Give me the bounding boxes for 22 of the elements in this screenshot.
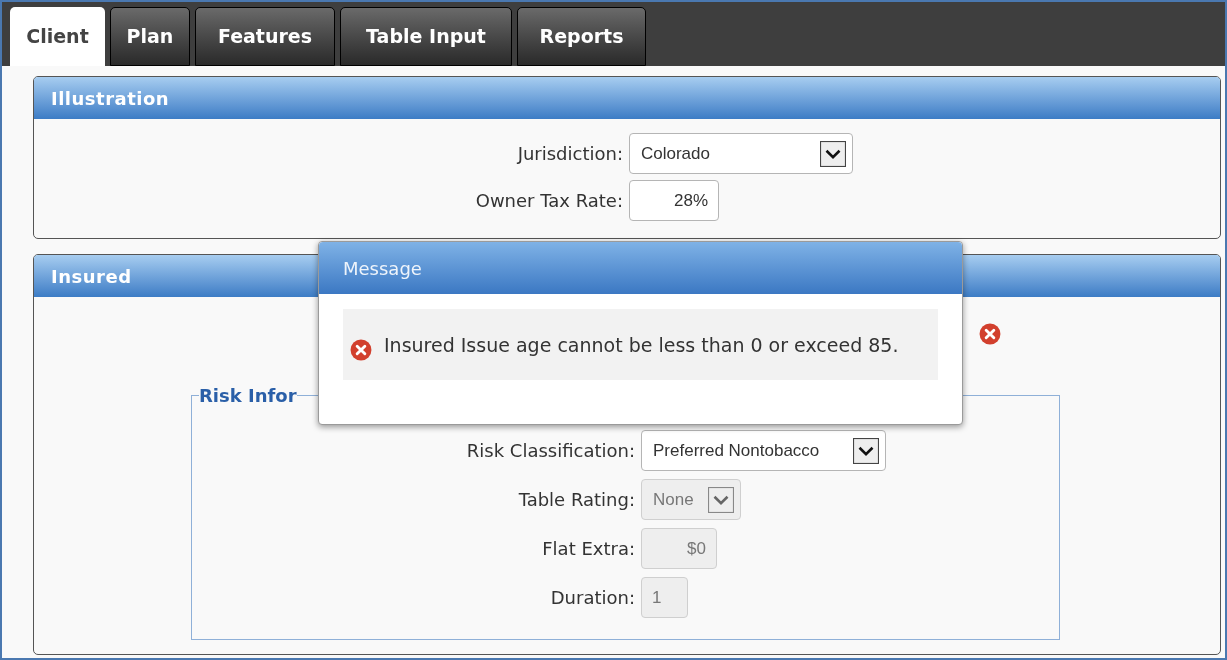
tab[interactable]: Client — [10, 7, 105, 66]
caret-icon — [853, 437, 879, 464]
field-label: Table Rating: — [517, 488, 635, 512]
field-label: Owner Tax Rate: — [474, 189, 623, 213]
field-label: Flat Extra: — [541, 537, 635, 561]
field-label: Jurisdiction: — [515, 142, 623, 166]
caret-icon — [820, 140, 846, 167]
tab[interactable]: Table Input — [340, 7, 512, 66]
group-legend: Risk Infor — [199, 382, 297, 409]
error-icon — [350, 338, 372, 361]
panel-header: Illustration — [34, 77, 1220, 119]
caret-icon — [708, 486, 734, 513]
input-field[interactable]: 28% — [629, 180, 719, 221]
field-label: Risk Classification: — [465, 439, 635, 463]
tab[interactable]: Reports — [517, 7, 646, 66]
tab[interactable]: Features — [195, 7, 335, 66]
tab[interactable]: Plan — [110, 7, 190, 66]
dropdown[interactable]: Preferred Nontobacco — [641, 430, 886, 471]
field-label: Duration: — [549, 586, 635, 610]
dropdown[interactable]: Colorado — [629, 133, 853, 174]
message-text: Insured Issue age cannot be less than 0 or exceed 85. — [384, 332, 900, 358]
dialog-title: Message — [319, 242, 962, 294]
